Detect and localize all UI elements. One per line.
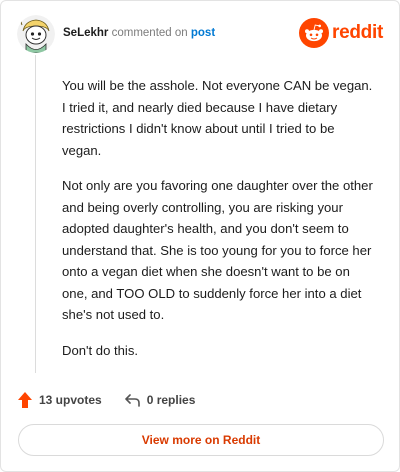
view-more-button[interactable]: View more on Reddit: [18, 424, 384, 456]
username-link[interactable]: SeLekhr: [63, 27, 108, 39]
comment-actions: 13 upvotes 0 replies: [17, 390, 195, 410]
comment-body: You will be the asshole. Not everyone CA…: [62, 75, 377, 375]
comment-paragraph: You will be the asshole. Not everyone CA…: [62, 78, 373, 158]
comment-header: SeLekhr commented on post reddit: [17, 15, 385, 55]
upvote-count: 13 upvotes: [39, 393, 102, 407]
upvote-button[interactable]: 13 upvotes: [17, 391, 102, 409]
thread-line[interactable]: [35, 55, 36, 373]
comment-embed-card: SeLekhr commented on post reddit You wil…: [0, 0, 400, 472]
action-text: commented on: [111, 27, 188, 39]
reddit-wordmark: reddit: [332, 22, 383, 43]
reddit-brand[interactable]: reddit: [299, 18, 383, 48]
post-link[interactable]: post: [191, 27, 215, 39]
reddit-logo-icon: [299, 18, 330, 48]
snoo-avatar-icon[interactable]: [17, 15, 55, 53]
upvote-arrow-icon: [18, 392, 32, 408]
comment-paragraph: Not only are you favoring one daughter o…: [62, 178, 373, 322]
comment-meta: SeLekhr commented on post: [63, 27, 215, 39]
reply-arrow-icon: [124, 394, 140, 407]
reply-count: 0 replies: [146, 393, 196, 407]
reply-button[interactable]: 0 replies: [124, 393, 196, 407]
comment-paragraph: Don't do this.: [62, 342, 139, 358]
